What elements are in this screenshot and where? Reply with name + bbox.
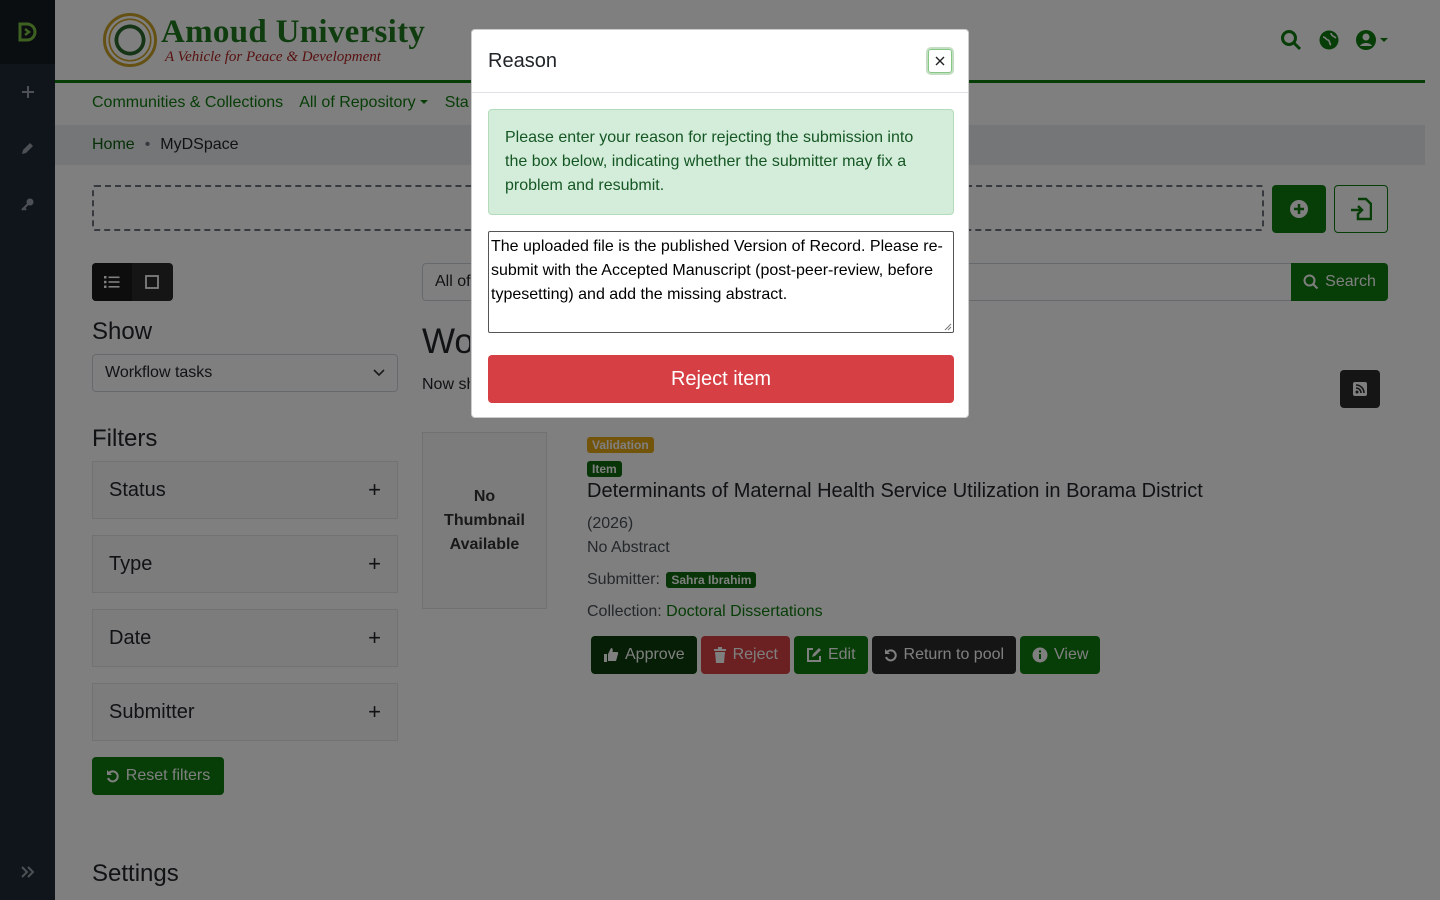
resize-handle-icon[interactable]	[944, 323, 952, 331]
reject-instructions-alert: Please enter your reason for rejecting t…	[488, 109, 954, 215]
close-button[interactable]	[928, 49, 952, 73]
reject-item-button[interactable]: Reject item	[488, 355, 954, 403]
modal-header: Reason	[472, 30, 968, 93]
close-icon	[935, 56, 945, 66]
modal-title: Reason	[488, 49, 557, 72]
reason-modal: Reason Please enter your reason for reje…	[471, 29, 969, 418]
reason-textarea[interactable]: The uploaded file is the published Versi…	[488, 231, 954, 333]
